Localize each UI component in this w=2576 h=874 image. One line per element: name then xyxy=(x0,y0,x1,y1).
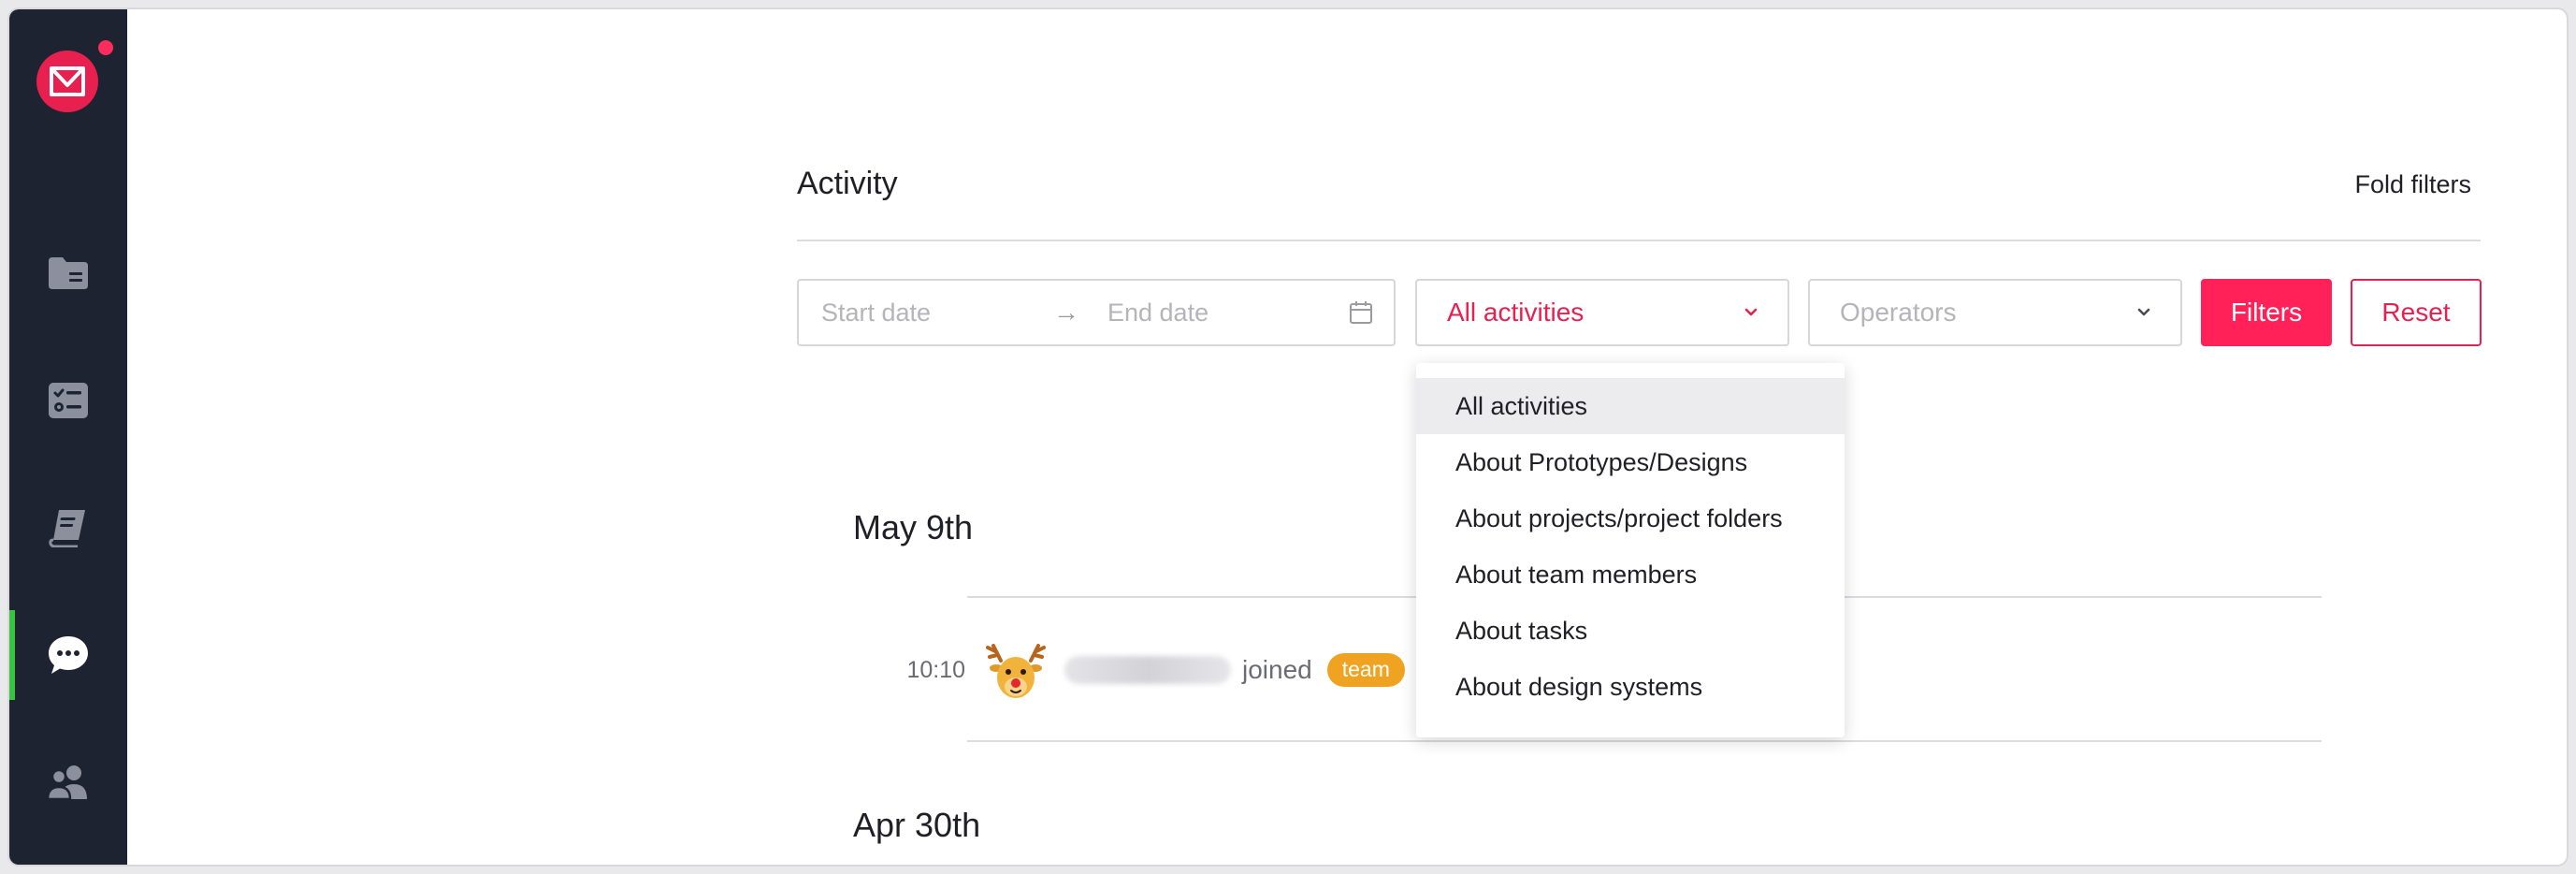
dropdown-option-all-activities[interactable]: All activities xyxy=(1416,378,1845,434)
date-group-heading: Apr 30th xyxy=(853,806,981,844)
filters-button[interactable]: Filters xyxy=(2201,279,2332,346)
header-divider xyxy=(797,240,2481,241)
activity-time: 10:10 xyxy=(906,656,965,683)
chevron-down-icon xyxy=(1744,308,1758,317)
sidebar-item-team[interactable] xyxy=(9,737,127,827)
dropdown-option-tasks[interactable]: About tasks xyxy=(1416,603,1845,659)
dropdown-option-design-systems[interactable]: About design systems xyxy=(1416,659,1845,715)
blurred-user-name xyxy=(1064,656,1231,684)
app-window: Activity Fold filters → All activities O… xyxy=(9,9,2567,865)
sidebar-item-library[interactable] xyxy=(9,483,127,573)
chevron-down-icon xyxy=(2137,308,2150,317)
date-range-picker[interactable]: → xyxy=(797,279,1396,346)
folder-icon xyxy=(49,257,88,289)
end-date-input[interactable] xyxy=(1106,297,1339,328)
sidebar-item-tasks[interactable] xyxy=(9,356,127,445)
calendar-icon[interactable] xyxy=(1349,300,1373,325)
operators-select[interactable]: Operators xyxy=(1808,279,2182,346)
notification-dot xyxy=(98,40,113,55)
operators-select-placeholder: Operators xyxy=(1840,298,1957,327)
page-title: Activity xyxy=(797,166,898,201)
activity-type-select-value: All activities xyxy=(1447,298,1585,327)
timeline-divider xyxy=(967,740,2322,742)
start-date-input[interactable] xyxy=(819,297,1053,328)
sidebar-item-projects[interactable] xyxy=(9,228,127,318)
book-icon xyxy=(49,510,85,547)
reset-button[interactable]: Reset xyxy=(2351,279,2482,346)
activity-action: joined xyxy=(1242,655,1312,684)
activity-entry: 10:10 joined team xyxy=(889,634,1405,706)
dropdown-option-team-members[interactable]: About team members xyxy=(1416,546,1845,603)
sidebar-item-activity[interactable] xyxy=(9,610,127,700)
fold-filters-link[interactable]: Fold filters xyxy=(2354,168,2471,200)
team-badge: team xyxy=(1326,653,1405,687)
chat-bubble-icon xyxy=(49,636,88,674)
sidebar xyxy=(9,9,127,865)
dropdown-option-prototypes-designs[interactable]: About Prototypes/Designs xyxy=(1416,434,1845,490)
team-members-icon xyxy=(46,765,87,801)
date-group-heading: May 9th xyxy=(853,508,974,546)
activity-type-select[interactable]: All activities xyxy=(1415,279,1789,346)
reindeer-avatar-icon[interactable] xyxy=(982,636,1049,704)
brand-logo-icon[interactable] xyxy=(36,51,98,112)
arrow-right-icon: → xyxy=(1053,298,1079,327)
dropdown-option-projects-folders[interactable]: About projects/project folders xyxy=(1416,490,1845,546)
activity-type-dropdown: All activities About Prototypes/Designs … xyxy=(1416,363,1845,737)
task-list-icon xyxy=(49,383,88,418)
